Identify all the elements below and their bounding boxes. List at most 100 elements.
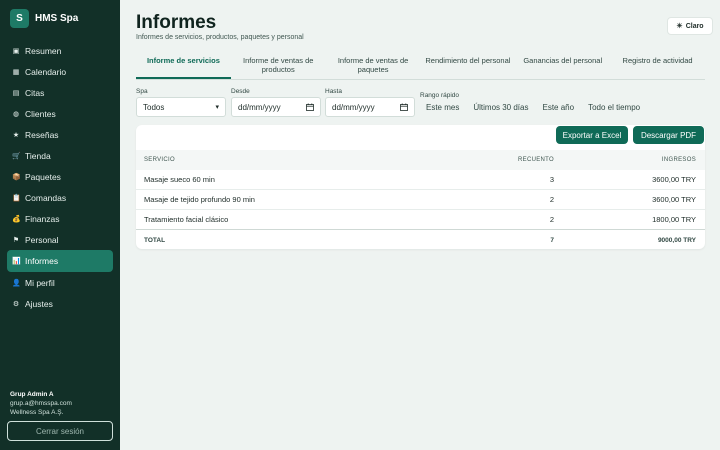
sidebar-item-calendario[interactable]: ▦ Calendario <box>7 61 113 82</box>
quick-range-options: Este mes Últimos 30 días Este año Todo e… <box>426 103 640 112</box>
quick-range-this-year[interactable]: Este año <box>542 103 574 112</box>
user-email: grup.a@hmsspa.com <box>10 400 72 407</box>
from-date-placeholder: dd/mm/yyyy <box>238 102 281 112</box>
export-excel-button[interactable]: Exportar a Excel <box>556 126 628 144</box>
calendar-icon[interactable] <box>400 103 408 111</box>
sidebar-item-label: Comandas <box>25 192 67 203</box>
user-name: Grup Admin A <box>10 391 54 398</box>
spa-filter-label: Spa <box>136 88 148 95</box>
user-org: Wellness Spa A.Ş. <box>10 409 64 416</box>
sidebar-item-label: Finanzas <box>25 213 60 224</box>
clients-icon: ◍ <box>12 110 20 118</box>
tab-package-sales-report[interactable]: Informe de ventas de paquetes <box>326 54 421 79</box>
user-icon: 👤 <box>12 279 21 287</box>
count-cell: 2 <box>549 195 554 204</box>
star-icon: ★ <box>12 131 20 139</box>
quick-range-all-time[interactable]: Todo el tiempo <box>588 103 640 112</box>
user-info: Grup Admin A grup.a@hmsspa.com Wellness … <box>10 390 72 417</box>
sidebar-item-label: Personal <box>25 234 59 245</box>
count-cell: 2 <box>549 215 554 224</box>
calendar-icon: ▦ <box>12 68 20 76</box>
sidebar-item-paquetes[interactable]: 📦 Paquetes <box>7 166 113 187</box>
money-bag-icon: 💰 <box>12 215 21 223</box>
column-header-service: SERVICIO <box>144 157 175 163</box>
to-date-input[interactable]: dd/mm/yyyy <box>325 97 415 117</box>
count-cell: 3 <box>549 175 554 184</box>
download-pdf-button[interactable]: Descargar PDF <box>633 126 704 144</box>
quick-range-last-30-days[interactable]: Últimos 30 días <box>473 103 528 112</box>
clipboard-icon: 📋 <box>12 194 21 202</box>
tab-staff-earnings[interactable]: Ganancias del personal <box>515 54 610 79</box>
service-cell: Masaje de tejido profundo 90 min <box>144 195 255 204</box>
tab-activity-log[interactable]: Registro de actividad <box>610 54 705 79</box>
brand[interactable]: S HMS Spa <box>10 9 78 28</box>
quick-range-label: Rango rápido <box>420 92 460 99</box>
sidebar: S HMS Spa ▣ Resumen ▦ Calendario ▤ Citas ◍ C… <box>0 0 120 450</box>
sidebar-item-label: Clientes <box>25 108 56 119</box>
sidebar-item-mi-perfil[interactable]: 👤 Mi perfil <box>7 272 113 293</box>
to-date-label: Hasta <box>325 88 342 95</box>
theme-label: Claro <box>685 22 704 30</box>
cart-icon: 🛒 <box>12 152 21 160</box>
sidebar-item-resenas[interactable]: ★ Reseñas <box>7 124 113 145</box>
sidebar-item-finanzas[interactable]: 💰 Finanzas <box>7 208 113 229</box>
page-title: Informes <box>136 12 217 33</box>
sidebar-item-label: Resumen <box>25 45 62 56</box>
logout-button[interactable]: Cerrar sesión <box>7 421 113 441</box>
sidebar-item-ajustes[interactable]: ⚙ Ajustes <box>7 293 113 314</box>
appointments-icon: ▤ <box>12 89 20 97</box>
income-cell: 3600,00 TRY <box>652 175 696 184</box>
gear-icon: ⚙ <box>12 300 20 308</box>
chart-icon: 📊 <box>12 258 21 265</box>
report-tabs: Informe de servicios Informe de ventas d… <box>136 54 705 80</box>
sidebar-nav: ▣ Resumen ▦ Calendario ▤ Citas ◍ Clientes ★ R… <box>7 40 113 314</box>
to-date-placeholder: dd/mm/yyyy <box>332 102 375 112</box>
income-cell: 3600,00 TRY <box>652 195 696 204</box>
total-count: 7 <box>550 236 554 244</box>
table-row: Masaje sueco 60 min 3 3600,00 TRY <box>136 170 705 190</box>
total-label: TOTAL <box>144 236 166 244</box>
table-header: SERVICIO RECUENTO INGRESOS <box>136 150 705 170</box>
chevron-down-icon: ▾ <box>215 104 219 111</box>
sidebar-item-personal[interactable]: ⚑ Personal <box>7 229 113 250</box>
sidebar-item-label: Citas <box>25 87 45 98</box>
main-content: Informes Informes de servicios, producto… <box>120 0 720 450</box>
brand-name: HMS Spa <box>35 13 79 24</box>
calendar-icon[interactable] <box>306 103 314 111</box>
total-income: 9000,00 TRY <box>657 236 696 244</box>
tab-product-sales-report[interactable]: Informe de ventas de productos <box>231 54 326 79</box>
sidebar-item-citas[interactable]: ▤ Citas <box>7 82 113 103</box>
tab-services-report[interactable]: Informe de servicios <box>136 54 231 79</box>
column-header-income: INGRESOS <box>661 157 696 163</box>
column-header-count: RECUENTO <box>518 157 554 163</box>
sidebar-item-label: Paquetes <box>25 171 61 182</box>
sidebar-item-informes[interactable]: 📊 Informes <box>7 250 113 272</box>
quick-range-this-month[interactable]: Este mes <box>426 103 459 112</box>
from-date-label: Desde <box>231 88 250 95</box>
package-icon: 📦 <box>12 173 21 181</box>
sidebar-item-label: Tienda <box>25 150 51 161</box>
sidebar-item-label: Ajustes <box>25 298 53 309</box>
sidebar-item-comandas[interactable]: 📋 Comandas <box>7 187 113 208</box>
service-cell: Tratamiento facial clásico <box>144 215 229 224</box>
sidebar-item-label: Informes <box>25 256 59 266</box>
sidebar-item-label: Reseñas <box>25 129 59 140</box>
sidebar-item-clientes[interactable]: ◍ Clientes <box>7 103 113 124</box>
income-cell: 1800,00 TRY <box>652 215 696 224</box>
table-row: Tratamiento facial clásico 2 1800,00 TRY <box>136 210 705 230</box>
sidebar-item-label: Calendario <box>25 66 67 77</box>
tab-staff-performance[interactable]: Rendimiento del personal <box>420 54 515 79</box>
service-cell: Masaje sueco 60 min <box>144 175 215 184</box>
table-row: Masaje de tejido profundo 90 min 2 3600,… <box>136 190 705 210</box>
from-date-input[interactable]: dd/mm/yyyy <box>231 97 321 117</box>
spa-select[interactable]: Todos ▾ <box>136 97 226 117</box>
brand-logo: S <box>10 9 29 28</box>
spa-select-value: Todos <box>143 102 165 112</box>
sidebar-item-label: Mi perfil <box>25 277 55 288</box>
sidebar-item-resumen[interactable]: ▣ Resumen <box>7 40 113 61</box>
theme-toggle-button[interactable]: ☀ Claro <box>667 17 713 35</box>
sidebar-item-tienda[interactable]: 🛒 Tienda <box>7 145 113 166</box>
flag-icon: ⚑ <box>12 236 20 244</box>
report-card: Exportar a Excel Descargar PDF SERVICIO … <box>136 125 705 249</box>
dashboard-icon: ▣ <box>12 47 20 55</box>
